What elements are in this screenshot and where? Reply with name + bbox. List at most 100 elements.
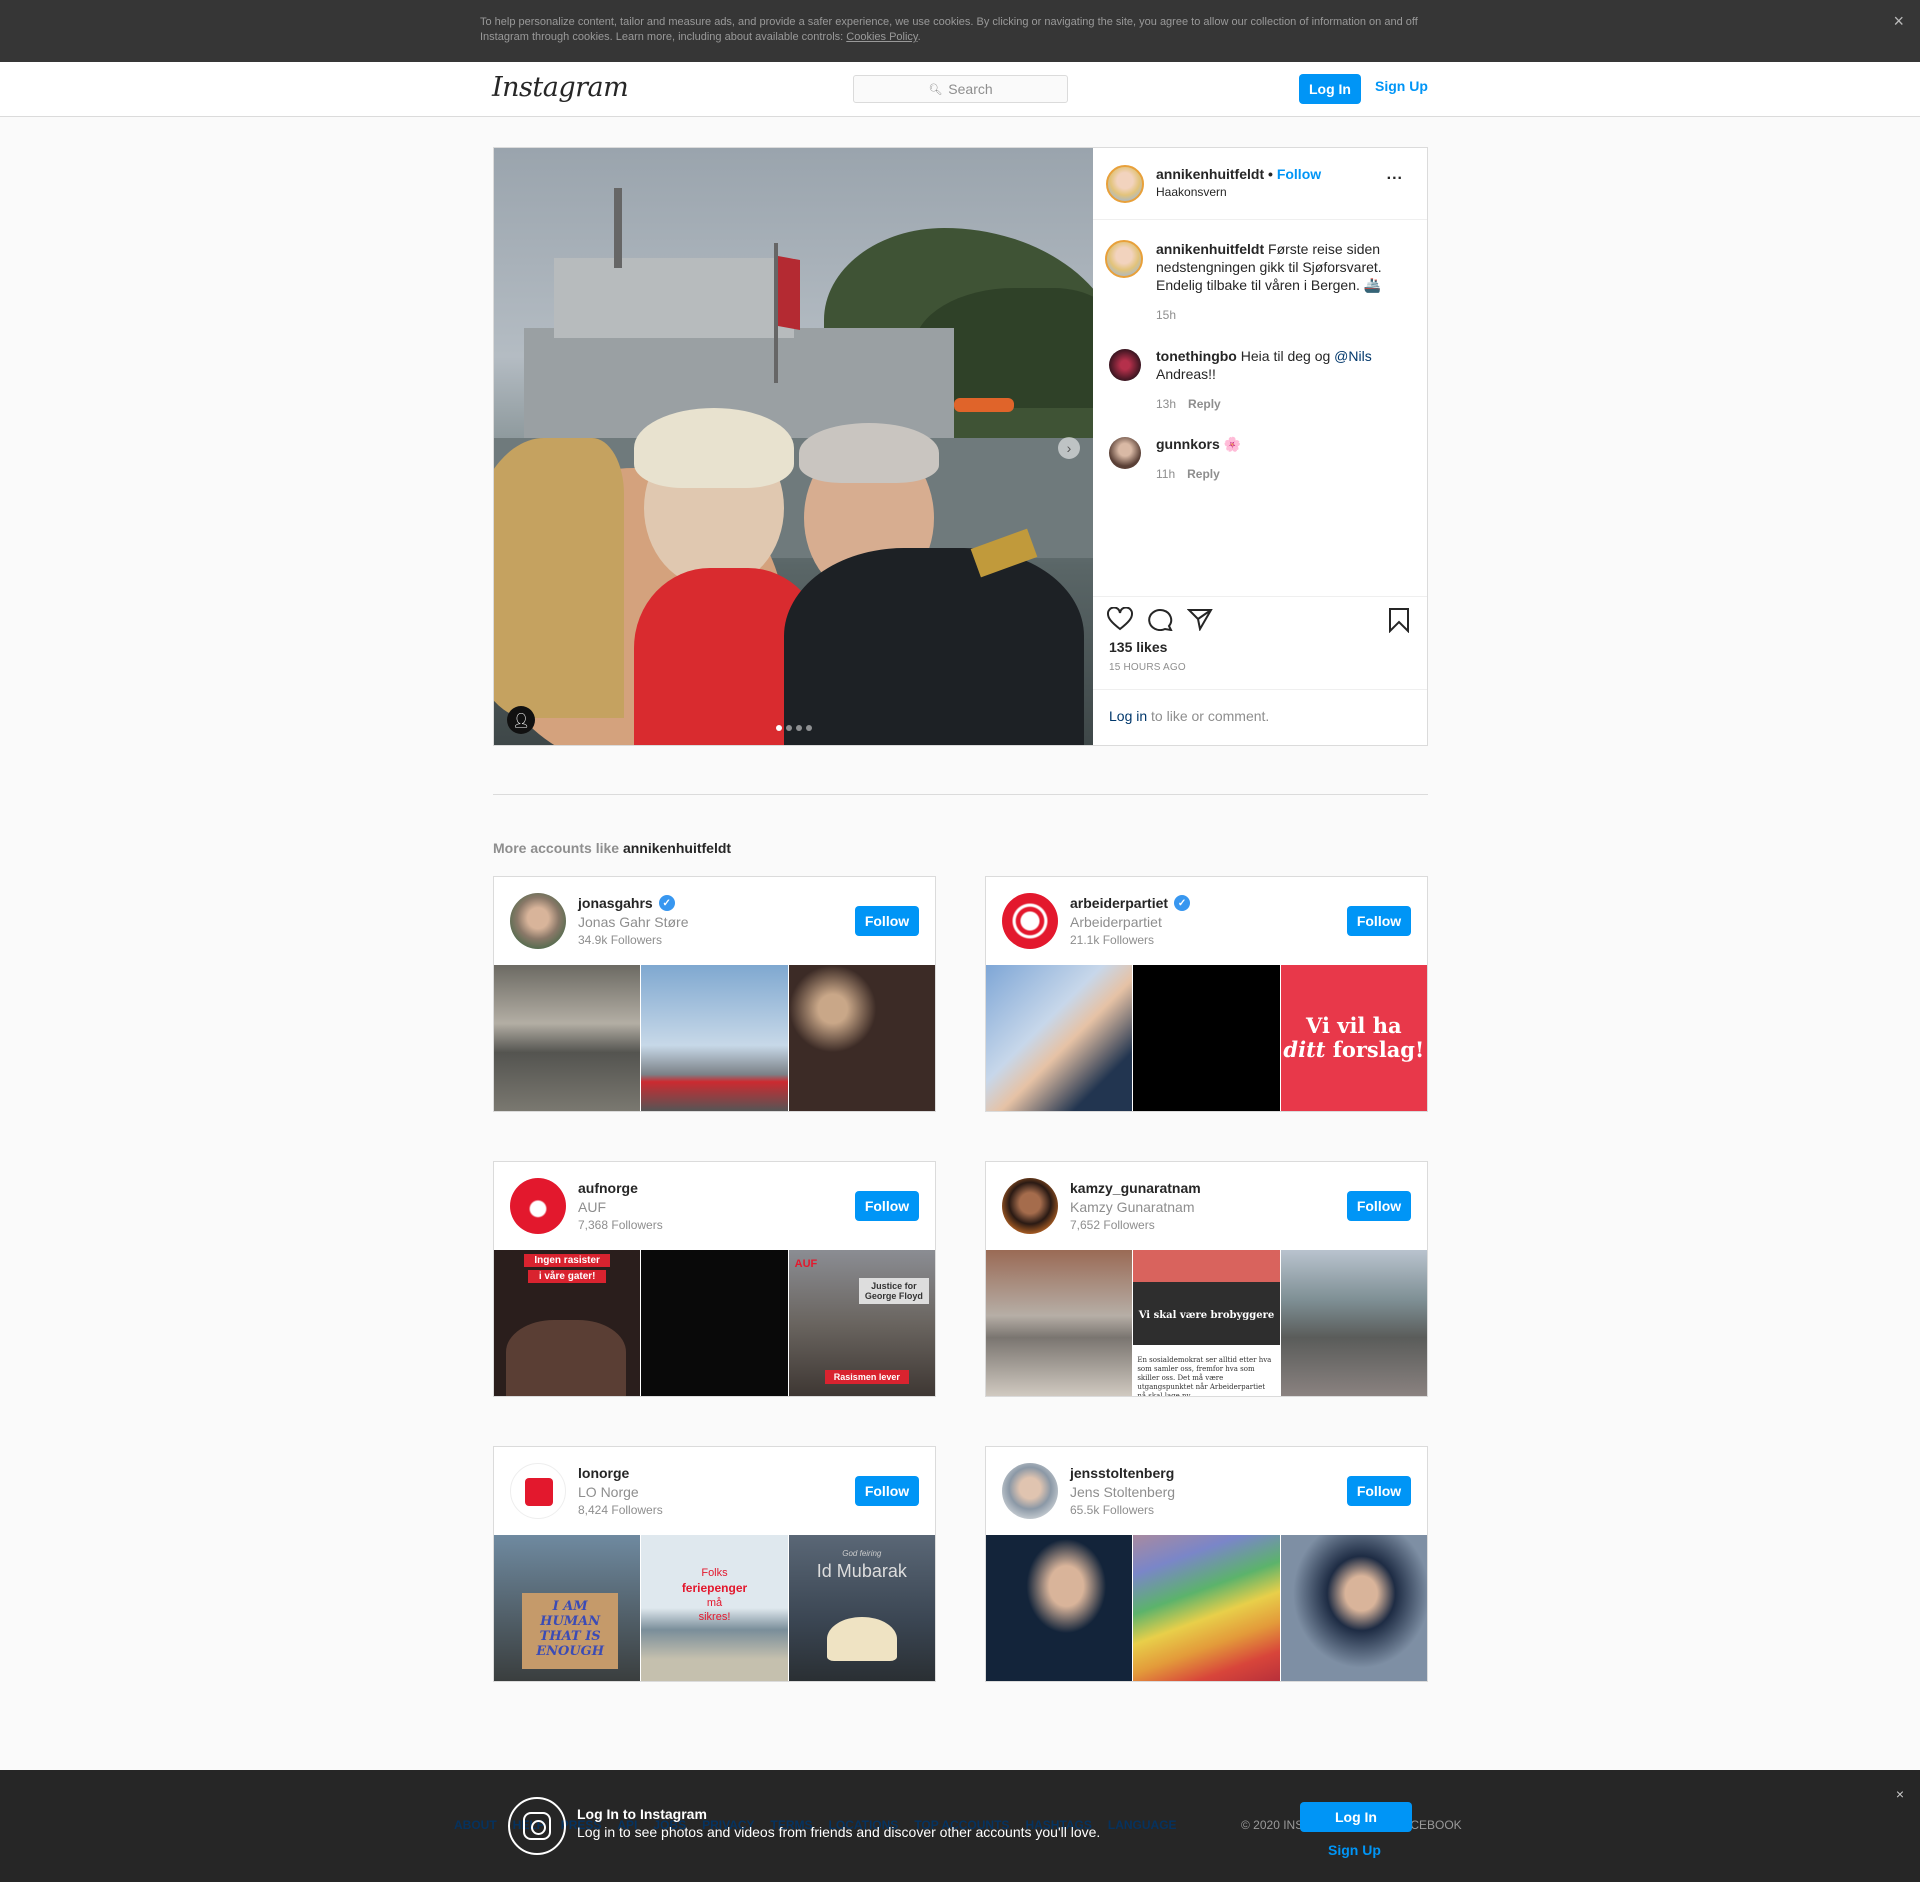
avatar[interactable] [510,1463,566,1519]
post-thumbnail[interactable]: Vi vil ha ditt forslag! [1280,965,1427,1111]
suggested-account-card: jensstoltenberg Jens Stoltenberg 65.5k F… [985,1446,1428,1682]
avatar[interactable] [1002,1178,1058,1234]
instagram-logo[interactable]: Instagram [492,72,629,103]
login-button[interactable]: Log In [1299,74,1361,104]
account-username[interactable]: aufnorge [578,1180,638,1196]
account-name: Jonas Gahr Støre [578,914,689,930]
signup-link[interactable]: Sign Up [1375,78,1428,94]
user-tag-icon[interactable]: 👤︎ [507,706,535,734]
cookie-banner: To help personalize content, tailor and … [0,0,1920,62]
suggested-account-card: jonasgahrs ✓ Jonas Gahr Støre 34.9k Follo… [493,876,936,1112]
comment-time: 13h [1156,397,1177,411]
reply-button[interactable]: Reply [1188,397,1221,411]
footer-link[interactable]: LANGUAGE [1108,1818,1177,1832]
post-thumbnail[interactable] [641,965,788,1111]
follower-count: 7,368 Followers [578,1218,663,1232]
post-thumbnail[interactable]: Vi skal være brobyggere En sosialdemokra… [1133,1250,1280,1396]
follow-button[interactable]: Follow [1347,906,1411,936]
heart-icon[interactable] [1107,606,1133,638]
suggested-account-card: aufnorge AUF 7,368 Followers Follow Inge… [493,1161,936,1397]
post-thumbnail[interactable]: I AM HUMAN THAT IS ENOUGH [494,1535,641,1681]
post-actions: 135 likes 15 HOURS AGO Log in to like or… [1093,596,1427,746]
follow-button[interactable]: Follow [855,1191,919,1221]
caption-username[interactable]: annikenhuitfeldt [1156,241,1264,257]
follower-count: 8,424 Followers [578,1503,663,1517]
next-photo-button[interactable]: › [1058,437,1080,459]
thumbnail-text: ditt forslag! [1283,1037,1425,1062]
post-thumbnail[interactable] [1280,1535,1427,1681]
thumbnail-text: Justice for George Floyd [858,1278,929,1304]
post-thumbnail[interactable] [788,965,935,1111]
close-icon[interactable]: × [1893,12,1904,30]
comment-username[interactable]: tonethingbo [1156,348,1237,364]
footer-link[interactable]: ABOUT [454,1818,497,1832]
avatar[interactable] [1109,437,1141,469]
post-thumbnail[interactable]: AUF Justice for George Floyd Rasismen le… [788,1250,935,1396]
location-link[interactable]: Haakonsvern [1156,185,1227,199]
account-username[interactable]: jensstoltenberg [1070,1465,1174,1481]
reply-button[interactable]: Reply [1187,467,1220,481]
login-prompt: Log in to like or comment. [1093,689,1427,746]
username-link[interactable]: annikenhuitfeldt [1156,166,1264,182]
more-accounts-username[interactable]: annikenhuitfeldt [623,840,731,856]
follow-link[interactable]: Follow [1277,166,1321,182]
divider [493,794,1428,795]
thumbnail-text: i våre gater! [528,1270,607,1283]
post-photo[interactable]: › 👤︎ [494,148,1093,745]
signup-link[interactable]: Sign Up [1328,1842,1381,1858]
post-thumbnail[interactable]: Ingen rasister i våre gater! [494,1250,641,1396]
avatar[interactable] [1106,165,1144,203]
login-banner-subtitle: Log in to see photos and videos from fri… [577,1824,1101,1840]
avatar[interactable] [510,1178,566,1234]
cookie-text: To help personalize content, tailor and … [480,16,1418,43]
follow-button[interactable]: Follow [1347,1191,1411,1221]
post: › 👤︎ annikenhuitfeldt • Follow Haakonsve… [493,147,1428,746]
thumbnail-text: God feiring [842,1549,882,1558]
top-navbar: Instagram 🔍︎ Search Log In Sign Up [0,62,1920,117]
search-input[interactable]: 🔍︎ Search [853,75,1068,103]
bookmark-icon[interactable] [1387,607,1411,640]
thumbnail-text: Id Mubarak [816,1561,907,1581]
account-username[interactable]: jonasgahrs [578,895,653,911]
post-thumbnail[interactable] [1280,1250,1427,1396]
account-username[interactable]: lonorge [578,1465,629,1481]
post-thumbnail[interactable] [986,1250,1133,1396]
account-name: Jens Stoltenberg [1070,1484,1176,1500]
avatar[interactable] [510,893,566,949]
login-link[interactable]: Log in [1109,708,1147,724]
thumbnail-text: En sosialdemokrat ser alltid etter hva s… [1137,1356,1272,1396]
avatar[interactable] [1105,240,1143,278]
avatar[interactable] [1002,1463,1058,1519]
post-thumbnail[interactable] [1133,965,1280,1111]
comment-icon[interactable] [1147,607,1173,638]
close-icon[interactable]: × [1896,1786,1904,1802]
avatar[interactable] [1109,349,1141,381]
post-thumbnail[interactable] [986,1535,1133,1681]
account-username[interactable]: arbeiderpartiet [1070,895,1168,911]
mention-link[interactable]: @Nils [1334,348,1372,364]
thumbnail-text: I AM HUMAN THAT IS ENOUGH [522,1593,619,1669]
more-options-icon[interactable]: ... [1387,166,1403,184]
post-thumbnail[interactable] [641,1250,788,1396]
likes-count[interactable]: 135 likes [1109,639,1167,655]
caption-time: 15h [1156,308,1177,322]
comment-username[interactable]: gunnkors [1156,436,1220,452]
thumbnail-text: må [706,1597,723,1609]
follow-button[interactable]: Follow [855,906,919,936]
follow-button[interactable]: Follow [855,1476,919,1506]
follow-button[interactable]: Follow [1347,1476,1411,1506]
avatar[interactable] [1002,893,1058,949]
login-button[interactable]: Log In [1300,1802,1412,1832]
share-icon[interactable] [1186,607,1213,638]
follower-count: 21.1k Followers [1070,933,1155,947]
thumbnail-text: Vi skal være brobyggere [1138,1310,1275,1321]
post-thumbnail[interactable] [494,965,641,1111]
account-username[interactable]: kamzy_gunaratnam [1070,1180,1201,1196]
cookies-policy-link[interactable]: Cookies Policy [846,31,917,43]
post-thumbnail[interactable] [986,965,1133,1111]
account-name: Arbeiderpartiet [1070,914,1162,930]
account-name: AUF [578,1199,606,1215]
post-thumbnail[interactable]: God feiring Id Mubarak [788,1535,935,1681]
post-thumbnail[interactable] [1133,1535,1280,1681]
post-thumbnail[interactable]: Folks feriepenger må sikres! [641,1535,788,1681]
